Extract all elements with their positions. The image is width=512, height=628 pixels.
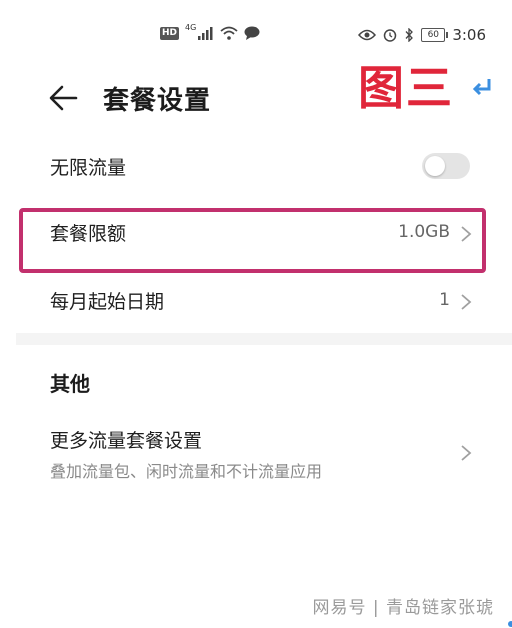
unlimited-data-toggle[interactable] — [422, 153, 470, 179]
message-icon — [244, 26, 260, 40]
plan-quota-value: 1.0GB — [398, 222, 450, 242]
eye-icon — [358, 29, 377, 41]
chevron-right-icon — [461, 226, 472, 242]
hd-badge: HD — [160, 26, 180, 40]
wifi-icon — [220, 26, 238, 40]
plan-quota-row[interactable]: 套餐限额 1.0GB — [0, 214, 512, 254]
start-date-row[interactable]: 每月起始日期 1 — [0, 282, 512, 322]
bluetooth-icon — [405, 28, 414, 42]
more-settings-label: 更多流量套餐设置 — [50, 430, 203, 452]
unlimited-data-label: 无限流量 — [50, 157, 127, 179]
signal-icon — [198, 26, 213, 40]
battery-icon: 60 — [421, 28, 449, 42]
annotation-label: 图三 — [358, 61, 454, 115]
clock: 3:06 — [452, 26, 486, 44]
start-date-value: 1 — [439, 290, 450, 310]
return-arrow-icon — [472, 79, 491, 96]
section-divider — [16, 333, 512, 345]
toggle-knob — [425, 156, 445, 176]
network-type: 4G — [185, 22, 197, 32]
status-right: 60 3:06 — [358, 26, 486, 44]
section-title-other: 其他 — [50, 372, 90, 396]
plan-quota-label: 套餐限额 — [50, 223, 127, 245]
edge-mark — [508, 621, 512, 627]
chevron-right-icon — [461, 445, 472, 461]
status-left: HD 4G — [160, 22, 260, 40]
watermark: 网易号 | 青岛链家张琥 — [312, 598, 494, 618]
back-arrow-icon[interactable] — [48, 82, 80, 114]
more-settings-subtitle: 叠加流量包、闲时流量和不计流量应用 — [50, 462, 323, 481]
chevron-right-icon — [461, 294, 472, 310]
page-title: 套餐设置 — [103, 86, 212, 116]
start-date-label: 每月起始日期 — [50, 291, 165, 313]
status-bar: HD 4G 60 3:06 — [0, 0, 512, 62]
alarm-icon — [384, 29, 397, 42]
